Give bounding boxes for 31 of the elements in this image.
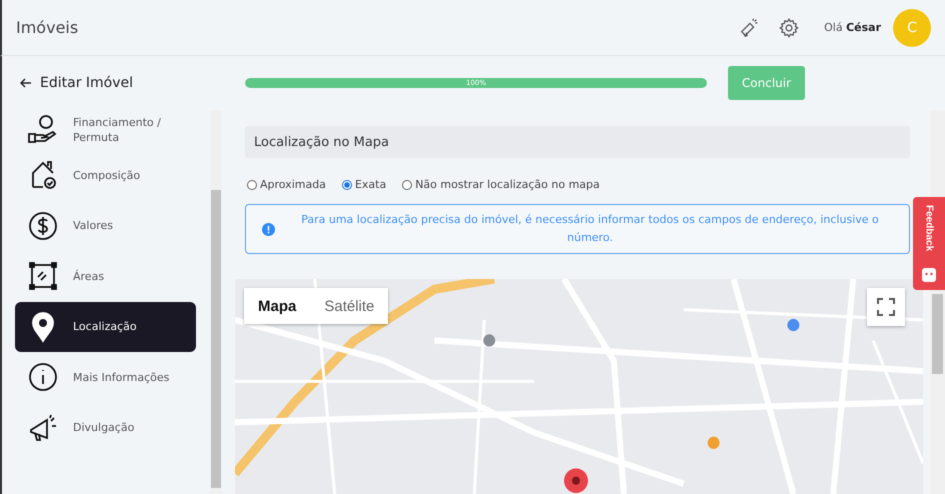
sidebar-item[interactable]: Áreas — [15, 251, 196, 302]
alert-text: Para uma localização precisa do imóvel, é necessário informar todos os campos de endereço, inclusive o número. — [300, 212, 880, 246]
sidebar-item[interactable]: Composição — [15, 150, 196, 200]
app-title: Imóveis — [16, 18, 78, 37]
area-icon — [27, 260, 59, 292]
alert-icon — [262, 222, 275, 236]
radio-option[interactable]: Aproximada — [247, 178, 326, 191]
back-arrow-icon[interactable] — [20, 78, 32, 88]
sidebar-item[interactable]: Valores — [15, 200, 196, 251]
map-type-tab[interactable]: Mapa — [244, 288, 310, 324]
radio-button[interactable] — [247, 180, 257, 190]
greeting: Olá César — [824, 21, 881, 34]
scrollbar-thumb[interactable] — [932, 294, 943, 374]
map-type-tab[interactable]: Satélite — [310, 288, 388, 324]
radio-option[interactable]: Não mostrar localização no mapa — [402, 178, 600, 191]
smile-icon — [922, 268, 936, 282]
sidebar-item[interactable]: Mais Informações — [15, 352, 196, 402]
fullscreen-icon — [877, 298, 895, 316]
dollar-icon — [27, 210, 59, 242]
settings-icon[interactable] — [778, 16, 800, 38]
feedback-tab[interactable]: Feedback — [913, 197, 945, 290]
sidebar-item[interactable]: Divulgação — [15, 402, 196, 453]
section-title: Localização no Mapa — [254, 134, 390, 150]
sidebar-item[interactable]: Localização — [15, 302, 196, 352]
radio-button[interactable] — [402, 180, 412, 190]
info-icon — [27, 361, 59, 394]
radio-button[interactable] — [342, 180, 352, 190]
radio-option[interactable]: Exata — [342, 178, 386, 191]
sidebar-item[interactable]: Financiamento / Permuta — [15, 110, 196, 150]
fullscreen-button[interactable] — [867, 288, 905, 326]
page-title: Editar Imóvel — [40, 75, 134, 91]
